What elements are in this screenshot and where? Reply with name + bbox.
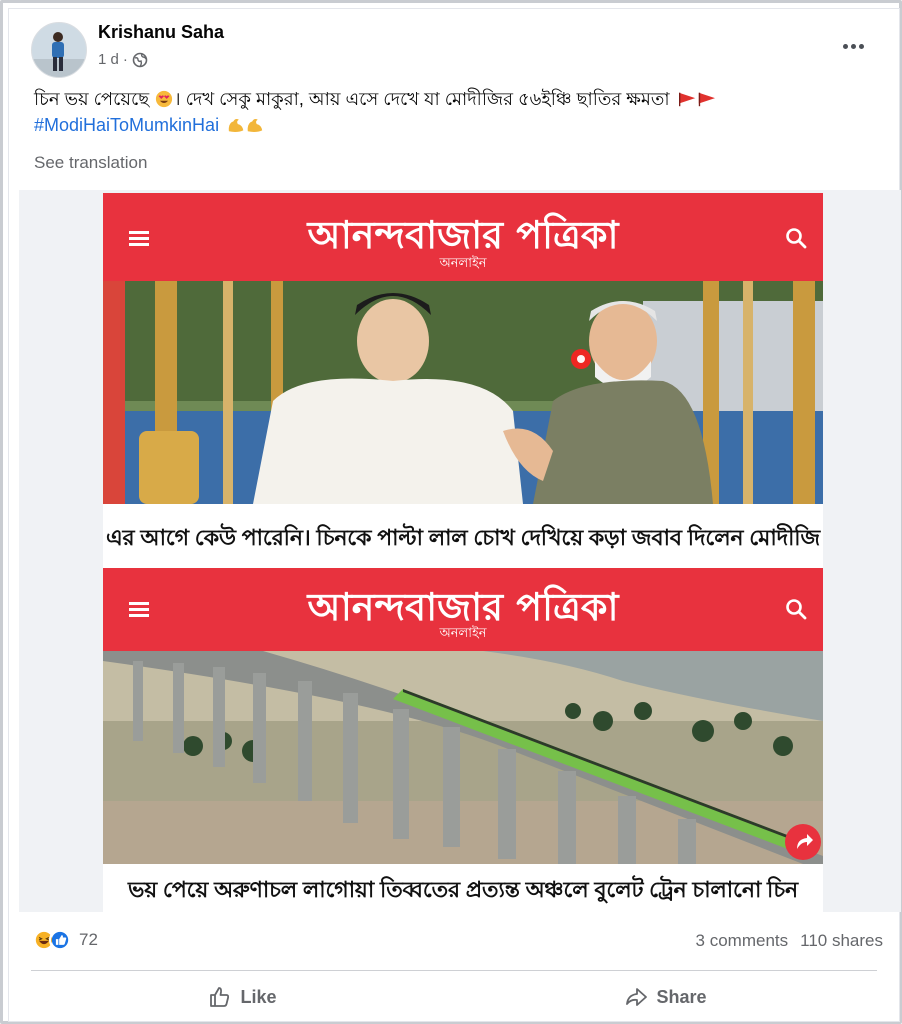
post-time[interactable]: 1 d (98, 51, 119, 68)
post-meta: 1 d · (98, 51, 148, 68)
like-button[interactable]: Like (31, 975, 454, 1019)
post-media[interactable]: আনন্দবাজার পত্রিকা অনলাইন এর আগে কেউ পার… (19, 190, 901, 912)
divider (31, 970, 877, 971)
share-fab-button[interactable] (785, 824, 821, 860)
share-arrow-icon (797, 834, 813, 849)
masthead: আনন্দবাজার পত্রিকা অনলাইন (103, 568, 823, 651)
like-reaction-icon (49, 929, 71, 951)
post-text-part-2: । দেখ সেকু মাকুরা, আয় এসে দেখে যা মোদীজ… (174, 89, 670, 109)
like-label: Like (240, 986, 277, 1007)
news-card-1[interactable]: আনন্দবাজার পত্রিকা অনলাইন এর আগে কেউ পার… (103, 193, 823, 568)
avatar[interactable] (31, 22, 87, 78)
more-options-button[interactable] (835, 31, 871, 61)
news-headline-1: এর আগে কেউ পারেনি। চিনকে পাল্টা লাল চোখ … (106, 525, 820, 550)
meta-separator: · (122, 51, 128, 68)
post-card: Krishanu Saha 1 d · চিন ভয় পেয়েছে । দে… (8, 8, 901, 1022)
share-arrow-icon (626, 988, 648, 1006)
news-photo-leaders (103, 281, 823, 504)
news-photo-bullet-train (103, 651, 823, 864)
author-name[interactable]: Krishanu Saha (98, 22, 224, 43)
flag-emoji (678, 92, 715, 107)
screenshot-frame: Krishanu Saha 1 d · চিন ভয় পেয়েছে । দে… (0, 0, 902, 1024)
masthead: আনন্দবাজার পত্রিকা অনলাইন (103, 193, 823, 281)
reaction-count: 72 (79, 930, 98, 949)
hashtag-link[interactable]: #ModiHaiToMumkinHai (34, 115, 219, 135)
masthead-subtitle: অনলাইন (439, 255, 487, 270)
post-text: চিন ভয় পেয়েছে । দেখ সেকু মাকুরা, আয় এ… (34, 86, 874, 138)
comments-count[interactable]: 3 comments (696, 931, 789, 951)
heart-eyes-emoji (156, 90, 173, 108)
news-headline-2: ভয় পেয়ে অরুণাচল লাগোয়া তিব্বতের প্রত্… (128, 877, 798, 902)
more-icon (842, 43, 848, 49)
shares-count[interactable]: 110 shares (800, 931, 883, 951)
share-label: Share (656, 986, 707, 1007)
share-button[interactable]: Share (454, 975, 877, 1019)
flexed-biceps-emoji (228, 119, 263, 133)
globe-icon[interactable] (132, 52, 148, 68)
see-translation-link[interactable]: See translation (34, 153, 147, 173)
news-card-2[interactable]: আনন্দবাজার পত্রিকা অনলাইন ভয় পেয়ে অরুণ… (103, 568, 823, 912)
masthead-subtitle: অনলাইন (439, 625, 487, 640)
post-text-part-1: চিন ভয় পেয়েছে (34, 89, 150, 109)
thumbs-up-icon (210, 987, 230, 1007)
action-bar: Like Share (31, 975, 877, 1019)
post-stats: 3 comments 110 shares (696, 931, 883, 951)
search-icon[interactable] (785, 227, 807, 249)
reactions-summary[interactable]: 72 (33, 929, 98, 951)
search-icon[interactable] (785, 598, 807, 620)
